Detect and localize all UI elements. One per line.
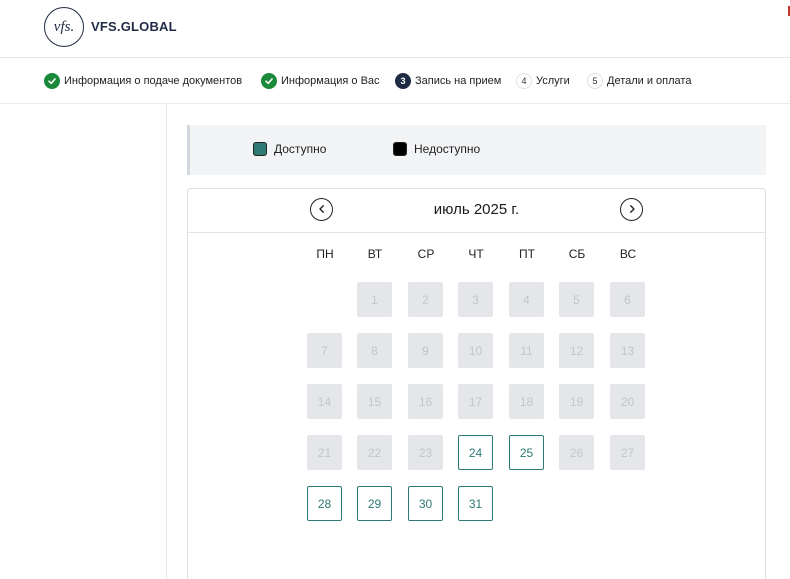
unavailable-swatch — [393, 142, 407, 156]
day-cell-unavailable: 22 — [357, 435, 392, 470]
legend-available-label: Доступно — [274, 142, 327, 156]
weekday-label: ПТ — [519, 247, 535, 261]
day-cell-unavailable: 23 — [408, 435, 443, 470]
step-label: Информация о подаче документов — [64, 75, 243, 87]
weekday-label: ВС — [619, 247, 637, 261]
day-cell-unavailable: 10 — [458, 333, 493, 368]
step-label: Детали и оплата — [607, 75, 692, 87]
day-cell-unavailable: 8 — [357, 333, 392, 368]
step-label: Услуги — [536, 75, 570, 87]
chevron-right-icon — [627, 201, 637, 219]
step-1[interactable]: Информация о подаче документов — [44, 72, 242, 90]
day-cell-unavailable: 27 — [610, 435, 645, 470]
day-cell-unavailable: 9 — [408, 333, 443, 368]
content-divider — [166, 104, 167, 579]
day-cell-unavailable: 16 — [408, 384, 443, 419]
legend-unavailable: Недоступно — [393, 142, 480, 156]
clipped-heading-fragment — [214, 98, 344, 106]
month-title: июль 2025 г. — [433, 201, 520, 218]
step-5[interactable]: 5 Детали и оплата — [587, 72, 691, 90]
step-number-badge: 5 — [587, 73, 603, 89]
day-cell-unavailable: 17 — [458, 384, 493, 419]
day-cell-unavailable: 4 — [509, 282, 544, 317]
day-cell-unavailable: 19 — [559, 384, 594, 419]
day-cell-unavailable: 12 — [559, 333, 594, 368]
availability-legend: Доступно Недоступно — [187, 125, 766, 175]
day-cell-available[interactable]: 25 — [509, 435, 544, 470]
day-cell-unavailable: 21 — [307, 435, 342, 470]
day-cell-unavailable: 26 — [559, 435, 594, 470]
day-cell-unavailable: 15 — [357, 384, 392, 419]
day-cell-unavailable: 20 — [610, 384, 645, 419]
weekday-label: ПН — [316, 247, 334, 261]
day-cell-unavailable: 13 — [610, 333, 645, 368]
next-month-button[interactable] — [620, 198, 643, 221]
day-cell-unavailable: 5 — [559, 282, 594, 317]
day-cell-available[interactable]: 30 — [408, 486, 443, 521]
day-cell-unavailable: 3 — [458, 282, 493, 317]
step-number-badge: 4 — [516, 73, 532, 89]
day-cell-unavailable: 11 — [509, 333, 544, 368]
step-3[interactable]: 3 Запись на прием — [395, 72, 501, 90]
day-cell-available[interactable]: 24 — [458, 435, 493, 470]
calendar-header: июль 2025 г. — [188, 189, 765, 233]
day-cell-available[interactable]: 28 — [307, 486, 342, 521]
legend-unavailable-label: Недоступно — [414, 142, 481, 156]
day-cell-available[interactable]: 31 — [458, 486, 493, 521]
day-cell-available[interactable]: 29 — [357, 486, 392, 521]
day-cell-unavailable: 14 — [307, 384, 342, 419]
step-number-badge: 3 — [395, 73, 411, 89]
weekday-label: ЧТ — [468, 247, 484, 261]
step-label: Запись на прием — [415, 75, 502, 87]
check-circle-icon — [44, 73, 60, 89]
day-cell-unavailable: 7 — [307, 333, 342, 368]
vfs-logo[interactable]: vfs. — [44, 7, 84, 47]
site-header: vfs. VFS.GLOBAL — [0, 0, 790, 58]
day-cell-unavailable: 1 — [357, 282, 392, 317]
day-cell-unavailable: 2 — [408, 282, 443, 317]
weekday-label: СБ — [568, 247, 586, 261]
step-label: Информация о Вас — [281, 75, 380, 87]
progress-stepper: Информация о подаче документов Информаци… — [0, 58, 790, 104]
step-2[interactable]: Информация о Вас — [261, 72, 380, 90]
logo-mark: vfs. — [53, 18, 75, 35]
weekday-label: ВТ — [367, 247, 383, 261]
check-circle-icon — [261, 73, 277, 89]
day-cell-unavailable: 18 — [509, 384, 544, 419]
step-4[interactable]: 4 Услуги — [516, 72, 570, 90]
weekday-label: СР — [417, 247, 435, 261]
available-swatch — [253, 142, 267, 156]
day-cell-unavailable: 6 — [610, 282, 645, 317]
brand-name: VFS.GLOBAL — [91, 19, 177, 34]
appointment-calendar: июль 2025 г. ПН ВТ СР ЧТ ПТ СБ ВС 123456… — [187, 188, 766, 579]
legend-available: Доступно — [253, 142, 326, 156]
